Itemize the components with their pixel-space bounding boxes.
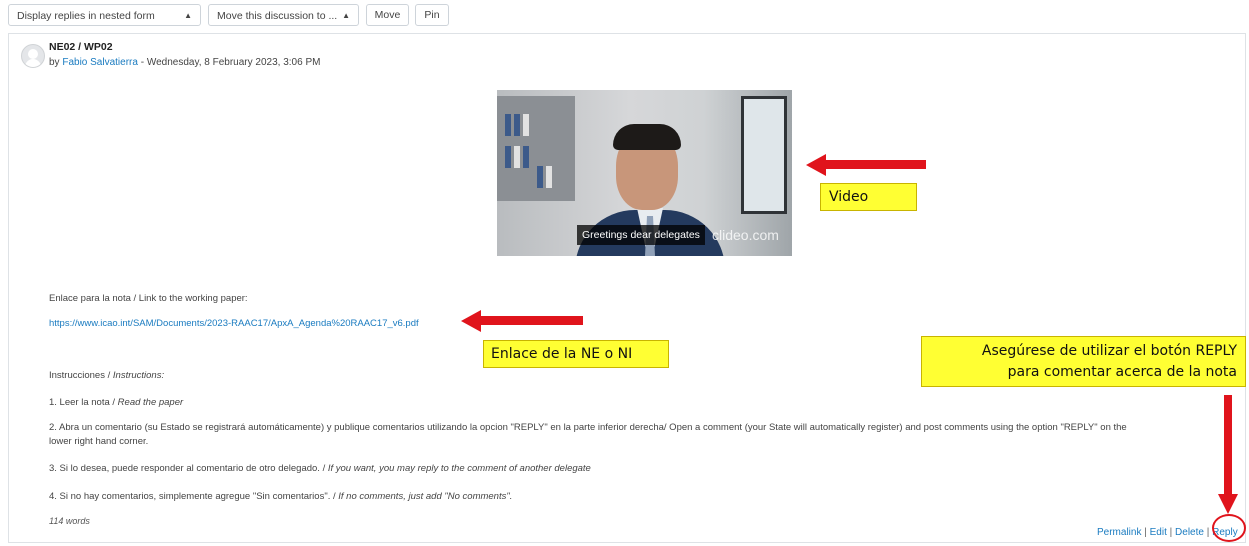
video-hair bbox=[613, 124, 681, 150]
delete-link[interactable]: Delete bbox=[1175, 527, 1204, 538]
link-callout: Enlace de la NE o NI bbox=[483, 340, 669, 368]
item4-en: If no comments, just add "No comments". bbox=[338, 491, 513, 502]
byline-prefix: by bbox=[49, 57, 60, 68]
instruction-item-2: 2. Abra un comentario (su Estado se regi… bbox=[49, 421, 1229, 449]
embedded-video[interactable]: Greetings dear delegates clideo.com bbox=[497, 90, 792, 256]
avatar-body-icon bbox=[25, 59, 41, 67]
video-callout: Video bbox=[820, 183, 917, 211]
video-window bbox=[741, 96, 787, 214]
item1-en: Read the paper bbox=[117, 397, 184, 408]
working-paper-link[interactable]: https://www.icao.int/SAM/Documents/2023-… bbox=[49, 318, 419, 329]
display-mode-select[interactable]: Display replies in nested form ▲︎ bbox=[8, 4, 201, 26]
instruction-item-1: 1. Leer la nota / Read the paper bbox=[49, 397, 183, 408]
select-arrows-icon: ▲︎ bbox=[184, 11, 192, 20]
avatar[interactable] bbox=[21, 44, 45, 68]
item2-line1: 2. Abra un comentario (su Estado se regi… bbox=[49, 422, 1127, 433]
reply-callout-line2: para comentar acerca de la nota bbox=[1007, 364, 1237, 380]
move-button[interactable]: Move bbox=[366, 4, 409, 26]
post-date: - Wednesday, 8 February 2023, 3:06 PM bbox=[140, 57, 321, 68]
action-separator: | bbox=[1206, 527, 1210, 538]
action-separator: | bbox=[1144, 527, 1147, 538]
item2-line2: lower right hand corner. bbox=[49, 436, 149, 447]
edit-link[interactable]: Edit bbox=[1150, 527, 1167, 538]
video-bookshelf bbox=[497, 96, 575, 201]
pin-button[interactable]: Pin bbox=[415, 4, 449, 26]
reply-highlight-circle bbox=[1212, 514, 1246, 542]
instruction-item-4: 4. Si no hay comentarios, simplemente ag… bbox=[49, 491, 512, 502]
instruction-item-3: 3. Si lo desea, puede responder al comen… bbox=[49, 463, 591, 474]
avatar-head-icon bbox=[28, 49, 38, 59]
author-link[interactable]: Fabio Salvatierra bbox=[62, 57, 138, 68]
action-separator: | bbox=[1169, 527, 1173, 538]
item3-en: If you want, you may reply to the commen… bbox=[327, 463, 591, 474]
video-watermark: clideo.com bbox=[712, 227, 779, 243]
reply-callout: Asegúrese de utilizar el botón REPLY par… bbox=[921, 336, 1246, 387]
instructions-heading: Instrucciones / Instructions: bbox=[49, 370, 164, 381]
word-count: 114 words bbox=[49, 516, 90, 526]
link-intro: Enlace para la nota / Link to the workin… bbox=[49, 293, 248, 304]
video-caption: Greetings dear delegates bbox=[577, 225, 705, 245]
item4-es: 4. Si no hay comentarios, simplemente ag… bbox=[49, 491, 339, 502]
item1-es: 1. Leer la nota / bbox=[49, 397, 118, 408]
post-byline: by Fabio Salvatierra - Wednesday, 8 Febr… bbox=[49, 57, 320, 68]
move-discussion-value: Move this discussion to ... bbox=[217, 10, 338, 22]
reply-callout-line1: Asegúrese de utilizar el botón REPLY bbox=[981, 343, 1237, 359]
instructions-es: Instrucciones / bbox=[49, 370, 113, 381]
display-mode-value: Display replies in nested form bbox=[17, 10, 155, 22]
post-subject: NE02 / WP02 bbox=[49, 41, 113, 53]
item3-es: 3. Si lo desea, puede responder al comen… bbox=[49, 463, 328, 474]
move-discussion-select[interactable]: Move this discussion to ... ▲︎ bbox=[208, 4, 359, 26]
select-arrows-icon: ▲︎ bbox=[342, 11, 350, 20]
instructions-en: Instructions: bbox=[112, 370, 165, 381]
permalink-link[interactable]: Permalink bbox=[1097, 527, 1141, 538]
